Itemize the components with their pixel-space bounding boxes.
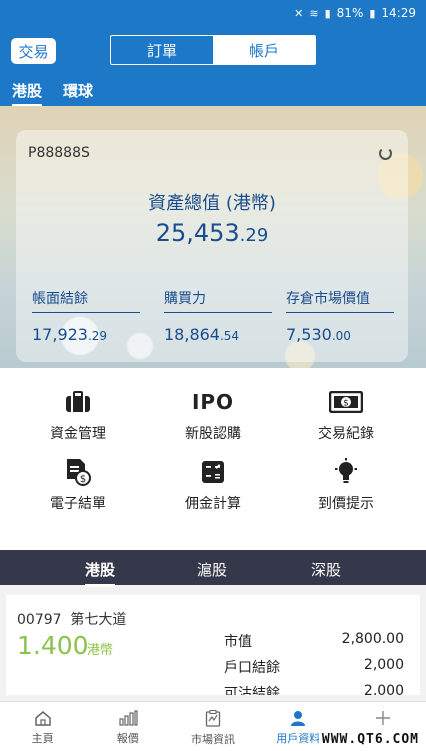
top-bar: 交易 訂單 帳戶 <box>0 26 426 74</box>
buying-power: 購買力 18,864.54 <box>164 288 272 344</box>
svg-text:$: $ <box>343 399 349 409</box>
trade-button[interactable]: 交易 <box>11 38 56 64</box>
battery-icon: ▮ <box>369 6 376 20</box>
book-balance-label: 帳面結餘 <box>32 288 140 313</box>
status-bar: ✕ ≋ ▮ 81% ▮ 14:29 <box>0 0 426 26</box>
stock-currency: 港幣 <box>87 643 114 658</box>
market-tabs: 港股 環球 <box>0 74 426 107</box>
battery-text: 81% <box>336 6 364 20</box>
tab-global[interactable]: 環球 <box>63 80 93 101</box>
menu-trade-records[interactable]: $ 交易紀錄 <box>286 388 406 443</box>
news-icon <box>205 710 221 727</box>
account-card: P88888S 資產總值 (港幣) 25,453.29 帳面結餘 17,923.… <box>16 130 408 362</box>
mute-icon: ✕ <box>294 6 304 20</box>
tab-hk[interactable]: 港股 <box>85 559 116 587</box>
clock: 14:29 <box>381 6 416 20</box>
holding-row: 戶口結餘 2,000 <box>224 657 404 676</box>
holdings-market-value: 存倉市場價值 7,530.00 <box>286 288 394 344</box>
signal-icon: ▮ <box>324 6 331 20</box>
statement-icon: $ <box>18 458 138 486</box>
calculator-icon <box>153 458 273 486</box>
total-assets-value: 25,453.29 <box>155 219 269 247</box>
account-number: P88888S <box>28 145 90 161</box>
watermark: WWW.QT6.COM <box>318 731 422 748</box>
tab-orders[interactable]: 訂單 <box>111 36 213 64</box>
chart-icon <box>119 710 138 726</box>
cash-icon: $ <box>286 388 406 416</box>
nav-market-news[interactable]: 市場資訊 <box>170 702 255 751</box>
holding-row: 市值 2,800.00 <box>224 631 404 650</box>
stock-tabs: 港股 滬股 深股 <box>0 550 426 587</box>
home-icon <box>34 711 51 726</box>
menu-price-alert[interactable]: 到價提示 <box>286 458 406 513</box>
function-menu: 資金管理 IPO 新股認購 $ 交易紀錄 $ 電子結單 佣金計算 到價提示 <box>0 368 426 550</box>
stock-price: 1.400 <box>17 631 89 660</box>
book-balance-value: 17,923.29 <box>32 325 108 344</box>
segment-control: 訂單 帳戶 <box>110 35 316 65</box>
account-hero: P88888S 資產總值 (港幣) 25,453.29 帳面結餘 17,923.… <box>0 106 426 368</box>
nav-home[interactable]: 主頁 <box>0 702 85 751</box>
total-assets-label: 資產總值 (港幣) <box>148 193 276 214</box>
nav-quotes[interactable]: 報價 <box>85 702 170 751</box>
tab-hk-stocks[interactable]: 港股 <box>12 80 43 107</box>
user-icon <box>291 711 306 726</box>
menu-ipo[interactable]: IPO 新股認購 <box>153 388 273 443</box>
tab-shanghai[interactable]: 滬股 <box>197 559 227 580</box>
ipo-icon: IPO <box>191 390 235 414</box>
svg-text:$: $ <box>80 474 86 485</box>
tab-shenzhen[interactable]: 深股 <box>311 559 341 580</box>
book-balance: 帳面結餘 17,923.29 <box>32 288 140 344</box>
briefcase-icon <box>18 388 138 416</box>
refresh-icon[interactable] <box>379 147 392 160</box>
more-icon <box>376 711 391 725</box>
holdings-market-value-value: 7,530.00 <box>286 325 351 344</box>
menu-fund-management[interactable]: 資金管理 <box>18 388 138 443</box>
menu-e-statement[interactable]: $ 電子結單 <box>18 458 138 513</box>
holdings-market-value-label: 存倉市場價值 <box>286 288 394 313</box>
bulb-icon <box>286 458 406 486</box>
stock-code-name: 00797 第七大道 <box>17 612 127 628</box>
menu-commission-calc[interactable]: 佣金計算 <box>153 458 273 513</box>
holding-card[interactable]: 00797 第七大道 1.400 港幣 市值 2,800.00 戶口結餘 2,000… <box>6 595 420 695</box>
buying-power-label: 購買力 <box>164 288 272 313</box>
tab-account[interactable]: 帳戶 <box>213 36 315 64</box>
buying-power-value: 18,864.54 <box>164 325 240 344</box>
holding-row: 可沽結餘 2,000 <box>224 683 404 695</box>
wifi-icon: ≋ <box>309 6 319 20</box>
